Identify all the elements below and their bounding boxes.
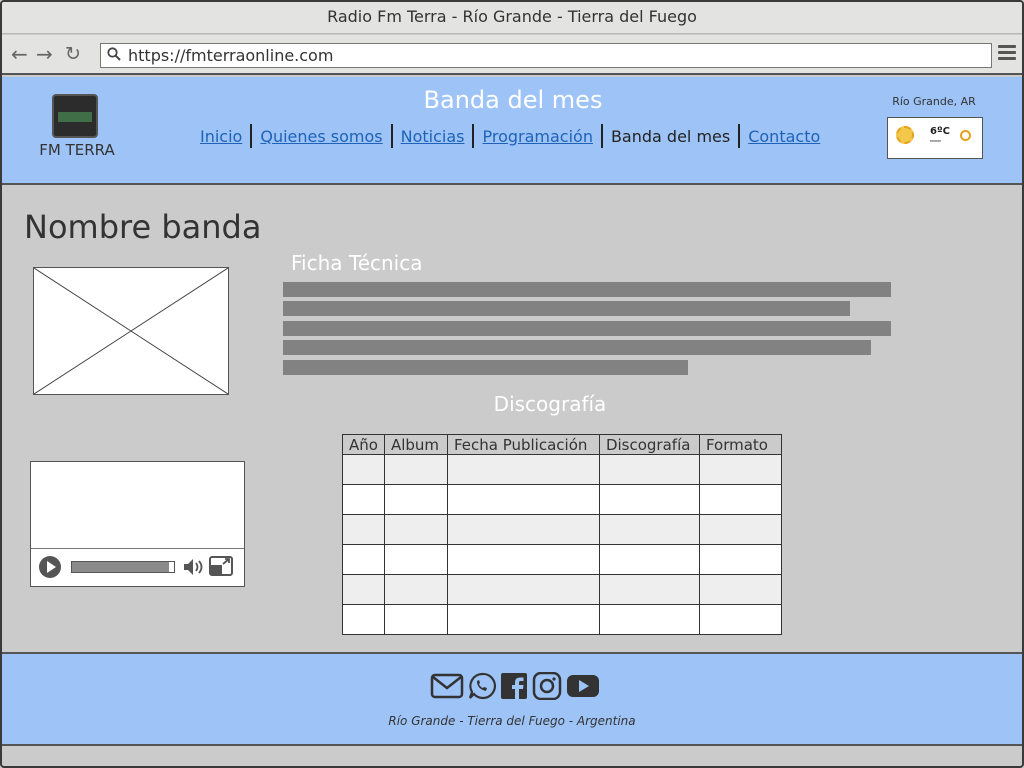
table-cell (383, 514, 448, 545)
discografia-table: Año Album Fecha Publicación Discografía … (342, 434, 782, 635)
table-row (342, 574, 782, 605)
sun-outline-icon (960, 130, 971, 141)
table-cell (383, 574, 448, 605)
table-cell (598, 604, 700, 635)
table-row (342, 514, 782, 545)
email-icon[interactable] (430, 672, 464, 700)
table-cell (383, 544, 448, 575)
col-header: Discografía (598, 434, 700, 455)
weather-location: Río Grande, AR (892, 95, 976, 108)
window-title: Radio Fm Terra - Río Grande - Tierra del… (2, 2, 1022, 34)
table-cell (698, 484, 782, 515)
footer-location-text: Río Grande - Tierra del Fuego - Argentin… (388, 714, 636, 728)
nav-link-programacion[interactable]: Programación (474, 127, 600, 146)
table-cell (342, 574, 385, 605)
table-cell (446, 454, 600, 485)
table-cell (383, 454, 448, 485)
volume-icon[interactable] (183, 558, 205, 576)
discografia-heading: Discografía (493, 392, 607, 416)
browser-toolbar: ← → ↻ https://fmterraonline.com (2, 35, 1022, 75)
whatsapp-icon[interactable] (468, 672, 496, 700)
nav-current-banda-del-mes: Banda del mes (610, 126, 731, 146)
table-cell (446, 604, 600, 635)
text-placeholder-line (283, 282, 891, 297)
ficha-tecnica-heading: Ficha Técnica (291, 251, 423, 275)
table-cell (383, 604, 448, 635)
table-cell (342, 604, 385, 635)
search-icon (107, 47, 121, 61)
site-header: FM TERRA Banda del mes Inicio Quienes so… (2, 77, 1022, 185)
table-cell (698, 454, 782, 485)
text-placeholder-line (283, 360, 688, 375)
youtube-icon[interactable] (566, 672, 600, 700)
table-cell (698, 514, 782, 545)
table-cell (598, 544, 700, 575)
col-header: Fecha Publicación (446, 434, 600, 455)
weather-detail: ━━━ (930, 138, 941, 145)
social-links (430, 672, 600, 700)
band-image-placeholder (33, 267, 229, 395)
address-bar[interactable]: https://fmterraonline.com (100, 43, 992, 68)
col-header: Album (383, 434, 448, 455)
table-cell (698, 544, 782, 575)
table-cell (698, 574, 782, 605)
table-row (342, 484, 782, 515)
video-progress-bar[interactable] (71, 561, 175, 573)
table-cell (598, 454, 700, 485)
table-cell (446, 484, 600, 515)
table-cell (598, 514, 700, 545)
nav-link-contacto[interactable]: Contacto (740, 127, 828, 146)
table-cell (446, 574, 600, 605)
logo-image[interactable] (52, 94, 98, 138)
reload-icon[interactable]: ↻ (65, 43, 81, 65)
forward-arrow-icon[interactable]: → (36, 43, 53, 65)
text-placeholder-line (283, 301, 850, 316)
table-cell (446, 514, 600, 545)
brand-name: FM TERRA (39, 141, 115, 159)
video-progress-fill (72, 562, 169, 572)
table-cell (698, 604, 782, 635)
table-cell (342, 454, 385, 485)
browser-window: Radio Fm Terra - Río Grande - Tierra del… (0, 0, 1024, 768)
text-placeholder-line (283, 340, 871, 355)
text-placeholder-line (283, 321, 891, 336)
main-nav: Inicio Quienes somos Noticias Programaci… (192, 124, 828, 148)
nav-link-inicio[interactable]: Inicio (192, 127, 250, 146)
table-cell (342, 514, 385, 545)
table-row (342, 604, 782, 635)
hamburger-menu-icon[interactable] (998, 45, 1016, 63)
table-cell (598, 484, 700, 515)
play-icon[interactable] (39, 556, 61, 578)
table-cell (342, 484, 385, 515)
video-controls (31, 548, 244, 586)
site-footer: Río Grande - Tierra del Fuego - Argentin… (2, 652, 1022, 746)
fullscreen-icon[interactable] (209, 556, 233, 576)
facebook-icon[interactable] (500, 672, 528, 700)
weather-widget[interactable]: 6ºC ━━━ (887, 117, 983, 159)
nav-link-quienes-somos[interactable]: Quienes somos (252, 127, 390, 146)
table-row (342, 454, 782, 485)
instagram-icon[interactable] (532, 672, 562, 700)
table-cell (598, 574, 700, 605)
table-cell (446, 544, 600, 575)
col-header: Formato (698, 434, 782, 455)
weather-temperature: 6ºC (930, 126, 950, 137)
table-cell (342, 544, 385, 575)
url-text: https://fmterraonline.com (128, 46, 334, 65)
col-header: Año (342, 434, 385, 455)
back-arrow-icon[interactable]: ← (11, 43, 28, 65)
table-cell (383, 484, 448, 515)
page-title: Banda del mes (423, 86, 603, 114)
sun-icon (896, 126, 914, 144)
nav-link-noticias[interactable]: Noticias (393, 127, 473, 146)
table-row (342, 544, 782, 575)
video-player[interactable] (30, 461, 245, 587)
band-name-heading: Nombre banda (24, 208, 262, 246)
